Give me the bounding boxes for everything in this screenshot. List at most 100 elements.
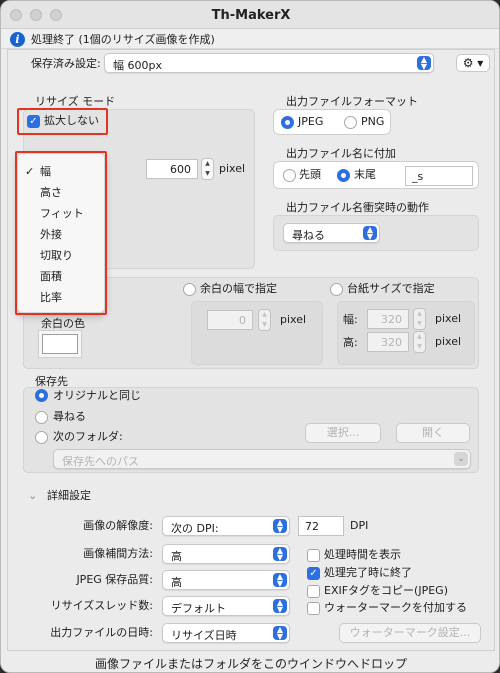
select-folder-button[interactable]: 選択... xyxy=(305,423,381,443)
interpolation-popup[interactable]: 高 ▲ ▼ xyxy=(162,544,290,564)
threads-value: デフォルト xyxy=(171,602,226,615)
resize-width-value: 600 xyxy=(170,163,191,176)
mount-height-unit: pixel xyxy=(435,335,462,348)
collision-value: 尋ねる xyxy=(292,229,325,242)
preset-popup[interactable]: 幅 600px ▲ ▼ xyxy=(104,53,434,73)
chevron-down-icon: ⌄ xyxy=(454,452,468,466)
dpi-unit-label: DPI xyxy=(350,519,369,532)
chevron-down-icon[interactable]: ⌄ xyxy=(28,489,37,503)
interpolation-label: 画像補間方法: xyxy=(83,547,153,560)
jpeg-quality-label: JPEG 保存品質: xyxy=(76,573,153,586)
collision-popup[interactable]: 尋ねる ▲ ▼ xyxy=(283,223,380,243)
app-window: Th-MakerX i 処理終了 (1個のリサイズ画像を作成) 保存済み設定: … xyxy=(0,0,500,673)
chevron-updown-icon: ▲ ▼ xyxy=(273,573,287,588)
add-watermark-label: ウォーターマークを付加する xyxy=(324,601,467,614)
save-ask-radio[interactable] xyxy=(35,411,48,424)
mount-size-label: 台紙サイズで指定 xyxy=(347,282,435,295)
resolution-label: 画像の解像度: xyxy=(83,519,153,532)
window-title: Th-MakerX xyxy=(211,8,291,23)
checkmark-icon: ✓ xyxy=(309,568,318,579)
preset-label: 保存済み設定: xyxy=(31,57,101,70)
mount-width-label: 幅: xyxy=(343,313,358,326)
file-date-popup[interactable]: リサイズ日時 ▲ ▼ xyxy=(162,623,290,643)
mount-height-stepper[interactable]: ▲ ▼ xyxy=(413,331,426,353)
mount-height-field[interactable]: 320 xyxy=(367,332,409,352)
quit-on-finish-checkbox[interactable]: ✓ xyxy=(307,567,320,580)
mount-width-field[interactable]: 320 xyxy=(367,309,409,329)
jpeg-quality-popup[interactable]: 高 ▲ ▼ xyxy=(162,570,290,590)
menu-highlight xyxy=(15,151,107,315)
threads-popup[interactable]: デフォルト ▲ ▼ xyxy=(162,596,290,616)
margin-width-radio[interactable] xyxy=(183,283,196,296)
resize-width-field[interactable]: 600 xyxy=(146,159,198,179)
output-format-title: 出力ファイルフォーマット xyxy=(286,95,418,108)
quit-on-finish-label: 処理完了時に終了 xyxy=(324,566,412,579)
mount-height-label: 高: xyxy=(343,336,358,349)
format-png-label: PNG xyxy=(361,115,385,128)
save-folder-label: 次のフォルダ: xyxy=(53,430,123,443)
dpi-field[interactable]: 72 xyxy=(298,516,344,536)
preset-value: 幅 600px xyxy=(113,59,162,72)
suffix-tail-radio[interactable] xyxy=(337,169,350,182)
save-ask-label: 尋ねる xyxy=(53,410,86,423)
chevron-updown-icon: ▲ ▼ xyxy=(363,226,377,241)
resize-mode-title: リサイズ モード xyxy=(35,95,116,108)
collision-title: 出力ファイル名衝突時の動作 xyxy=(286,201,429,214)
copy-exif-checkbox[interactable] xyxy=(307,585,320,598)
format-jpeg-label: JPEG xyxy=(298,115,324,128)
save-folder-radio[interactable] xyxy=(35,431,48,444)
advanced-title: 詳細設定 xyxy=(47,489,91,502)
mount-height-value: 320 xyxy=(381,336,402,349)
save-original-label: オリジナルと同じ xyxy=(53,389,141,402)
jpeg-quality-value: 高 xyxy=(171,576,182,589)
resolution-popup[interactable]: 次の DPI: ▲ ▼ xyxy=(162,516,290,536)
mount-width-stepper[interactable]: ▲ ▼ xyxy=(413,308,426,330)
margin-unit-label: pixel xyxy=(280,313,307,326)
chevron-updown-icon: ▲ ▼ xyxy=(273,599,287,614)
margin-color-well[interactable] xyxy=(42,334,78,354)
chevron-updown-icon: ▲ ▼ xyxy=(273,626,287,641)
no-enlarge-label: 拡大しない xyxy=(44,114,99,127)
suffix-head-label: 先頭 xyxy=(299,168,321,181)
mount-size-radio[interactable] xyxy=(330,283,343,296)
gear-icon[interactable]: ⚙ ▾ xyxy=(456,54,490,72)
file-date-label: 出力ファイルの日時: xyxy=(50,626,153,639)
show-time-label: 処理時間を表示 xyxy=(324,548,401,561)
margin-width-value: 0 xyxy=(239,314,246,327)
chevron-updown-icon: ▲ ▼ xyxy=(417,56,431,71)
suffix-text-field[interactable]: _s xyxy=(405,166,473,186)
add-watermark-checkbox[interactable] xyxy=(307,602,320,615)
watermark-settings-button[interactable]: ウォーターマーク設定... xyxy=(339,623,481,643)
save-path-popup[interactable]: 保存先へのパス ⌄ xyxy=(53,449,471,469)
no-enlarge-checkbox[interactable]: ✓ xyxy=(27,115,40,128)
show-time-checkbox[interactable] xyxy=(307,549,320,562)
threads-label: リサイズスレッド数: xyxy=(50,599,153,612)
resolution-value: 次の DPI: xyxy=(171,522,219,535)
dpi-value: 72 xyxy=(305,520,319,533)
drop-hint: 画像ファイルまたはフォルダをこのウインドウへドロップ xyxy=(94,657,407,671)
mount-width-unit: pixel xyxy=(435,312,462,325)
file-date-value: リサイズ日時 xyxy=(171,629,237,642)
interpolation-value: 高 xyxy=(171,550,182,563)
margin-width-field[interactable]: 0 xyxy=(207,310,253,330)
save-path-placeholder: 保存先へのパス xyxy=(62,455,139,468)
margin-width-stepper[interactable]: ▲ ▼ xyxy=(258,309,271,331)
suffix-tail-label: 末尾 xyxy=(354,168,376,181)
save-original-radio[interactable] xyxy=(35,389,48,402)
margin-width-label: 余白の幅で指定 xyxy=(200,282,277,295)
resize-unit-label: pixel xyxy=(219,162,246,175)
format-png-radio[interactable] xyxy=(344,116,357,129)
suffix-head-radio[interactable] xyxy=(283,169,296,182)
chevron-updown-icon: ▲ ▼ xyxy=(273,547,287,562)
copy-exif-label: EXIFタグをコピー(JPEG) xyxy=(324,584,448,597)
info-icon: i xyxy=(10,32,25,47)
filename-suffix-title: 出力ファイル名に付加 xyxy=(286,147,396,160)
status-message: 処理終了 (1個のリサイズ画像を作成) xyxy=(31,33,215,46)
open-folder-button[interactable]: 開く xyxy=(396,423,470,443)
margin-color-label: 余白の色 xyxy=(41,317,85,330)
mount-width-value: 320 xyxy=(381,313,402,326)
format-jpeg-radio[interactable] xyxy=(281,116,294,129)
resize-width-stepper[interactable]: ▲ ▼ xyxy=(201,158,214,180)
chevron-updown-icon: ▲ ▼ xyxy=(273,519,287,534)
suffix-text-value: _s xyxy=(412,170,424,183)
